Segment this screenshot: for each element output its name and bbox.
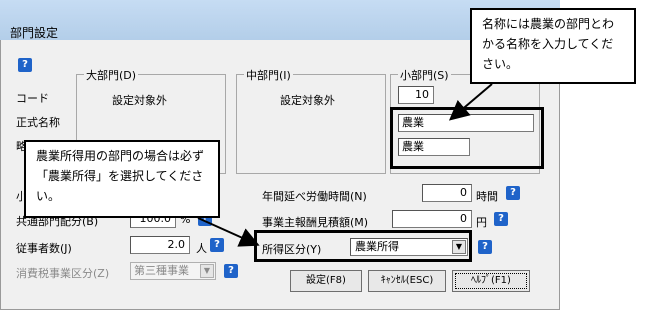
income-callout-arrow [197,217,260,247]
name-callout-arrow [448,83,493,121]
callout-arrows [197,83,493,247]
